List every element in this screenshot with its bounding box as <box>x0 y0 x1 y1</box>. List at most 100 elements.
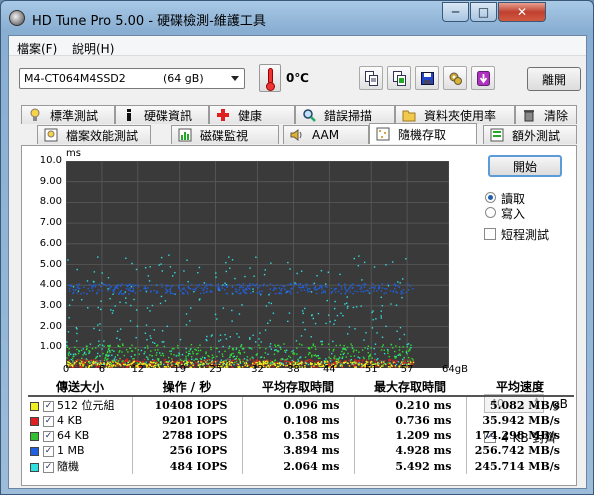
scatter-point <box>169 292 172 294</box>
screenshot-button[interactable] <box>471 66 495 90</box>
tab-disk-monitor[interactable]: 磁碟監視 <box>171 125 279 144</box>
scatter-point <box>393 355 396 358</box>
scatter-point <box>152 366 155 368</box>
scatter-point <box>74 346 76 349</box>
scatter-point <box>221 287 224 289</box>
scatter-point <box>172 275 174 277</box>
scatter-point <box>86 280 89 282</box>
scatter-point <box>109 344 111 347</box>
scatter-point <box>252 288 254 290</box>
scatter-point <box>133 359 135 361</box>
close-button[interactable]: ✕ <box>498 2 546 22</box>
series-visible-checkbox[interactable]: ✓ <box>43 461 54 473</box>
tab-health[interactable]: 健康 <box>209 105 295 124</box>
title-bar[interactable]: HD Tune Pro 5.00 - 硬碟檢測-維護工具 ─ □ ✕ <box>1 1 593 35</box>
tab-random-access[interactable]: 隨機存取 <box>369 123 477 144</box>
copy-info-button[interactable] <box>359 66 383 90</box>
scatter-point <box>101 282 103 284</box>
scatter-point <box>264 352 267 354</box>
scatter-point <box>293 353 296 355</box>
scatter-point <box>116 330 119 333</box>
scatter-point <box>138 360 140 363</box>
tab-error-scan[interactable]: 錯誤掃描 <box>295 105 395 124</box>
tab-erase[interactable]: 清除 <box>515 105 577 124</box>
write-radio[interactable]: 寫入 <box>485 206 565 221</box>
chevron-down-icon <box>231 76 239 81</box>
scatter-point <box>329 357 332 360</box>
copy-all-button[interactable] <box>387 66 411 90</box>
scatter-point <box>220 359 223 361</box>
scatter-point <box>345 356 347 358</box>
start-button[interactable]: 開始 <box>488 155 562 177</box>
read-radio[interactable]: 讀取 <box>485 191 565 206</box>
tab-file-benchmark[interactable]: 檔案效能測試 <box>37 125 151 144</box>
minimize-button[interactable]: ─ <box>442 2 469 22</box>
avg-access-cell: 0.358 ms <box>241 428 354 443</box>
scatter-point <box>177 354 179 357</box>
scatter-point <box>280 289 282 292</box>
tab-aam[interactable]: AAM <box>283 125 369 144</box>
scatter-point <box>299 287 302 289</box>
scatter-point <box>354 359 356 362</box>
write-label: 寫入 <box>501 207 526 221</box>
scatter-point <box>307 288 309 290</box>
tab-folder-usage[interactable]: 資料夾使用率 <box>395 105 515 124</box>
drive-select[interactable]: M4-CT064M4SSD2 (64 gB) <box>19 68 245 89</box>
scatter-point <box>153 329 155 331</box>
scatter-point <box>326 361 329 363</box>
scatter-point <box>178 352 180 354</box>
tab-extra-tests[interactable]: 額外測試 <box>483 125 577 144</box>
scatter-point <box>179 338 182 341</box>
scatter-point <box>119 338 121 341</box>
menu-help[interactable]: 說明(H) <box>72 40 114 57</box>
scatter-point <box>144 267 147 269</box>
scatter-point <box>216 347 218 350</box>
scatter-point <box>113 350 115 352</box>
series-visible-checkbox[interactable]: ✓ <box>43 430 54 442</box>
scatter-point <box>225 261 227 264</box>
scatter-point <box>72 286 75 288</box>
series-visible-checkbox[interactable]: ✓ <box>43 400 54 412</box>
scatter-point <box>191 358 193 361</box>
scatter-point <box>197 347 199 349</box>
scatter-point <box>401 351 404 353</box>
maximize-button[interactable]: □ <box>470 2 497 22</box>
scatter-point <box>394 357 396 359</box>
scatter-point <box>156 361 159 364</box>
scatter-point <box>205 352 207 355</box>
scatter-point <box>333 358 336 361</box>
short-test-checkbox[interactable] <box>484 228 496 240</box>
scatter-point <box>232 352 234 355</box>
series-visible-checkbox[interactable]: ✓ <box>43 445 54 457</box>
options-button[interactable] <box>443 66 467 90</box>
scatter-point <box>393 361 395 364</box>
scatter-point <box>198 284 200 286</box>
scatter-point <box>145 289 147 292</box>
scatter-point <box>339 359 341 362</box>
series-visible-checkbox[interactable]: ✓ <box>43 415 54 427</box>
menu-file[interactable]: 檔案(F) <box>17 40 57 57</box>
scatter-point <box>86 293 88 295</box>
scatter-point <box>107 288 109 290</box>
scatter-point <box>378 286 380 289</box>
scatter-point <box>349 291 352 293</box>
scatter-point <box>384 288 386 290</box>
scatter-point <box>390 303 392 305</box>
scatter-point <box>338 290 340 293</box>
exit-button[interactable]: 離開 <box>527 67 581 91</box>
tab-row-top: 標準測試 硬碟資訊 健康 錯誤掃描 資料夾使用率 清除 <box>21 105 577 124</box>
tab-benchmark[interactable]: 標準測試 <box>21 105 115 124</box>
tab-info[interactable]: 硬碟資訊 <box>115 105 209 124</box>
scatter-point <box>97 345 100 347</box>
scatter-point <box>108 350 111 352</box>
max-access-cell: 0.736 ms <box>353 413 466 428</box>
scatter-point <box>301 344 303 346</box>
scatter-point <box>240 292 242 294</box>
scatter-point <box>246 356 249 358</box>
scatter-point <box>266 360 268 363</box>
scatter-point <box>311 360 314 362</box>
scatter-point <box>162 353 164 355</box>
scatter-point <box>363 283 365 285</box>
scatter-point <box>258 344 260 346</box>
save-button[interactable] <box>415 66 439 90</box>
